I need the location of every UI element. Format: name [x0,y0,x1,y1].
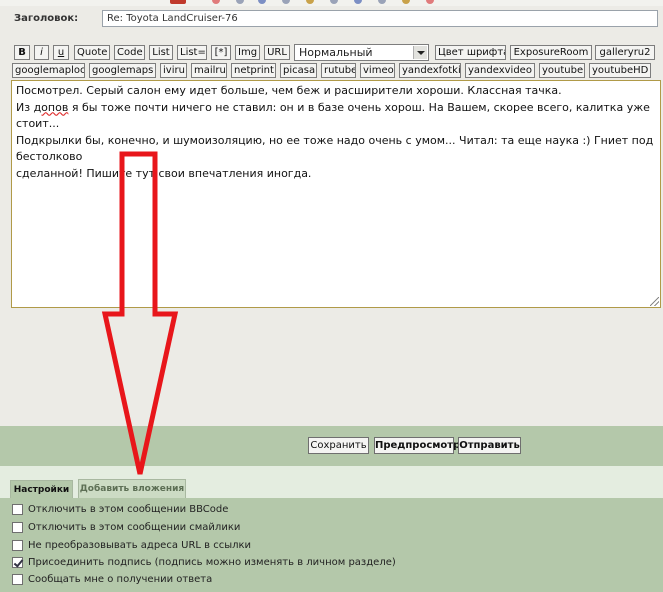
top-icon [378,0,386,4]
font-size-select[interactable]: Нормальный [294,44,429,61]
checkbox[interactable] [12,540,23,551]
checkbox[interactable] [12,504,23,515]
list-ordered-button[interactable]: List= [177,45,207,60]
code-button[interactable]: Code [114,45,145,60]
checkbox[interactable] [12,574,23,585]
top-icon [306,0,314,4]
option-label: Отключить в этом сообщении BBCode [28,504,229,515]
message-line: сделанной! Пишите тут свои впечатления и… [16,166,312,180]
resize-grip-icon[interactable] [650,297,659,306]
mailru-button[interactable]: mailru [191,63,227,78]
font-size-value: Нормальный [299,46,373,59]
top-icon [258,0,266,4]
option-label: Присоединить подпись (подпись можно изме… [28,557,396,568]
galleryru2-button[interactable]: galleryru2 [595,45,655,60]
youtubehd-button[interactable]: youtubeHD [589,63,651,78]
message-line: Подкрылки бы, конечно, и шумоизоляцию, н… [16,133,654,164]
top-icon [212,0,220,4]
top-icon [426,0,434,4]
message-textarea[interactable]: Посмотрел. Серый салон ему идет больше, … [11,80,661,308]
submit-button[interactable]: Отправить [458,437,521,454]
list-item-button[interactable]: [*] [211,45,231,60]
top-icon [354,0,362,4]
chevron-down-icon[interactable] [413,46,427,59]
save-button[interactable]: Сохранить [308,437,369,454]
quote-button[interactable]: Quote [74,45,110,60]
top-icon [282,0,290,4]
option-label: Отключить в этом сообщении смайлики [28,522,241,533]
checkbox-checked[interactable] [12,557,23,568]
list-button[interactable]: List [149,45,173,60]
yandexfotki-button[interactable]: yandexfotki [399,63,461,78]
font-color-button[interactable]: Цвет шрифта [435,45,506,60]
youtube-button[interactable]: youtube [539,63,585,78]
top-icon [402,0,410,4]
vimeo-button[interactable]: vimeo [360,63,395,78]
underline-button[interactable]: u [53,45,69,60]
message-line-2: Из допов я бы тоже почти ничего не стави… [16,100,650,131]
preview-button[interactable]: Предпросмотр [374,437,460,454]
message-line-rest: я бы тоже почти ничего не ставил: он и в… [16,100,650,131]
iviru-button[interactable]: iviru [160,63,187,78]
checkbox[interactable] [12,522,23,533]
italic-button[interactable]: i [34,45,49,60]
top-icon [236,0,244,4]
url-button[interactable]: URL [264,45,290,60]
exposureroom-button[interactable]: ExposureRoom [510,45,592,60]
top-icon [170,0,186,4]
rutube-button[interactable]: rutube [321,63,356,78]
netprint-button[interactable]: netprint [231,63,276,78]
image-button[interactable]: Img [235,45,260,60]
subject-label: Заголовок: [14,13,79,24]
picasa-button[interactable]: picasa [280,63,317,78]
bold-button[interactable]: B [14,45,30,60]
tab-attachments[interactable]: Добавить вложения [78,479,186,498]
tab-settings[interactable]: Настройки [10,480,73,498]
top-icon [330,0,338,4]
googlemaploc-button[interactable]: googlemaploc [12,63,85,78]
option-label: Не преобразовывать адреса URL в ссылки [28,540,252,551]
subject-input[interactable] [102,10,658,27]
misspelled-word: допов [33,100,69,114]
yandexvideo-button[interactable]: yandexvideo [465,63,535,78]
option-label: Сообщать мне о получении ответа [28,574,213,585]
message-line: Посмотрел. Серый салон ему идет больше, … [16,84,562,97]
googlemaps-button[interactable]: googlemaps [89,63,156,78]
